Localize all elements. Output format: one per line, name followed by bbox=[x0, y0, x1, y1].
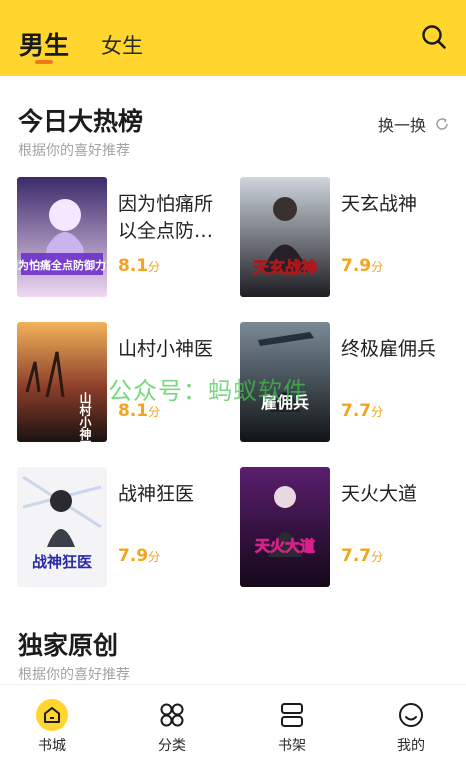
top-bar: 男生 女生 bbox=[0, 0, 466, 76]
refresh-label: 换一换 bbox=[378, 116, 427, 135]
book-score: 8.1分 bbox=[118, 256, 161, 276]
nav-category[interactable]: 分类 bbox=[132, 685, 212, 770]
cover-title: 天火大道 bbox=[255, 537, 315, 555]
book-title: 天火大道 bbox=[341, 483, 418, 505]
bottom-nav: 书城 分类 书架 我的 bbox=[0, 684, 466, 770]
book-card[interactable]: 因为怕痛全点防御力了 因为怕痛所以全点防御力了 8.1分 bbox=[17, 177, 227, 299]
book-score: 7.9分 bbox=[341, 256, 384, 276]
book-score: 7.9分 bbox=[118, 546, 161, 566]
home-icon bbox=[36, 699, 68, 731]
book-cover[interactable]: 山村小神医 bbox=[17, 322, 107, 442]
book-card[interactable]: 天玄战神 天玄战神 7.9分 bbox=[240, 177, 450, 299]
category-icon bbox=[160, 703, 184, 727]
book-score: 7.7分 bbox=[341, 546, 384, 566]
refresh-button[interactable]: 换一换 bbox=[378, 112, 450, 136]
nav-bookshelf[interactable]: 书架 bbox=[252, 685, 332, 770]
nav-label: 书城 bbox=[38, 738, 66, 754]
book-cover[interactable]: 天玄战神 bbox=[240, 177, 330, 297]
exclusive-title: 独家原创 bbox=[18, 631, 119, 660]
book-title: 因为怕痛所以全点防御力了 bbox=[118, 193, 214, 242]
refresh-icon bbox=[436, 118, 448, 130]
active-tab-indicator bbox=[35, 60, 53, 64]
nav-bookstore[interactable]: 书城 bbox=[12, 685, 92, 770]
bookshelf-icon bbox=[281, 703, 303, 727]
watermark-text: 公众号：蚂蚁软件 bbox=[108, 377, 308, 405]
nav-label: 我的 bbox=[397, 738, 425, 754]
nav-label: 书架 bbox=[278, 738, 306, 754]
tab-female[interactable]: 女生 bbox=[101, 30, 143, 60]
book-title: 战神狂医 bbox=[118, 483, 195, 505]
tab-male[interactable]: 男生 bbox=[19, 26, 69, 62]
nav-profile[interactable]: 我的 bbox=[371, 685, 451, 770]
book-title: 山村小神医 bbox=[118, 338, 214, 360]
search-icon[interactable] bbox=[420, 23, 448, 51]
book-title: 终极雇佣兵 bbox=[341, 338, 437, 360]
book-card[interactable]: 战神狂医 战神狂医 7.9分 bbox=[17, 467, 227, 589]
hot-list-subtitle: 根据你的喜好推荐 bbox=[18, 143, 130, 159]
cover-title: 战神狂医 bbox=[32, 553, 92, 571]
book-title: 天玄战神 bbox=[341, 193, 418, 215]
cover-title: 山村小神医 bbox=[78, 391, 92, 442]
book-cover[interactable]: 战神狂医 bbox=[17, 467, 107, 587]
hot-list-title: 今日大热榜 bbox=[18, 107, 144, 136]
nav-label: 分类 bbox=[158, 738, 186, 754]
book-cover[interactable]: 天火大道 bbox=[240, 467, 330, 587]
profile-icon bbox=[399, 703, 423, 727]
exclusive-subtitle: 根据你的喜好推荐 bbox=[18, 667, 130, 683]
cover-title: 因为怕痛全点防御力了 bbox=[17, 258, 107, 272]
book-cover[interactable]: 因为怕痛全点防御力了 bbox=[17, 177, 107, 297]
cover-title: 天玄战神 bbox=[253, 258, 317, 277]
book-card[interactable]: 天火大道 天火大道 7.7分 bbox=[240, 467, 450, 589]
book-score: 7.7分 bbox=[341, 401, 384, 421]
